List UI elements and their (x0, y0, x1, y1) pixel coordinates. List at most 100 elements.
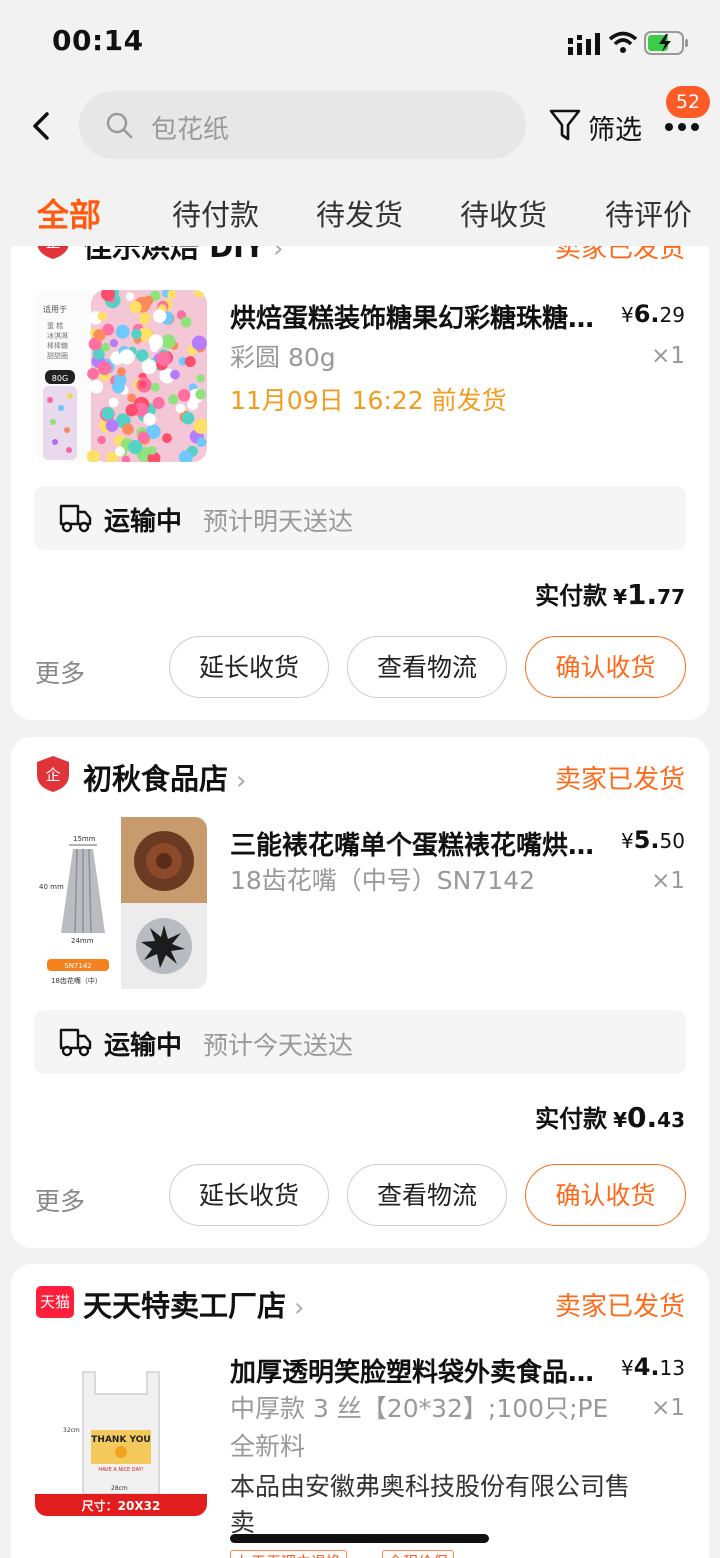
order-card[interactable]: 企 初秋食品店 › 卖家已发货 15mm 40 mm 24mm SN7142 18… (11, 737, 709, 1248)
view-logistics-button[interactable]: 查看物流 (347, 636, 507, 698)
tab-pending-receipt[interactable]: 待收货 (460, 192, 547, 234)
more-dots-icon[interactable] (664, 122, 700, 132)
view-logistics-button[interactable]: 查看物流 (347, 1164, 507, 1226)
more-actions-link[interactable]: 更多 (35, 654, 85, 690)
shop-logo-icon: 企 (37, 756, 69, 792)
seller-note: 本品由安徽弗奥科技股份有限公司售卖 (230, 1472, 631, 1537)
sprinkle-dot (168, 394, 179, 405)
tab-all[interactable]: 全部 (37, 190, 101, 236)
sprinkle-dot (114, 446, 125, 457)
tab-pending-review[interactable]: 待评价 (605, 192, 692, 234)
sprinkle-dot (131, 328, 142, 340)
sprinkle-dot (156, 351, 172, 366)
product-title[interactable]: 加厚透明笑脸塑料袋外卖食品… (230, 1352, 620, 1389)
delivery-truck-icon (59, 504, 92, 533)
product-thumbnail[interactable]: 适用于 蛋 糕 冰淇淋 棒棒糖 甜甜圈 80G (35, 290, 207, 462)
sprinkle-dot (150, 382, 160, 392)
more-actions-link[interactable]: 更多 (35, 1182, 85, 1218)
shop-name[interactable]: 天天特卖工厂店 › (83, 1283, 304, 1325)
chevron-right-icon: › (236, 766, 247, 796)
product-thumbnail[interactable]: THANK YOU HAVE A NICE DAY! 32cm 28cm 尺寸：… (35, 1344, 207, 1516)
sprinkle-dot (162, 433, 172, 443)
thumb-text-label: 24mm (71, 937, 94, 945)
sprinkle-dot (180, 316, 192, 328)
service-tags: 七天无理由退换 全程价保 (230, 1550, 630, 1558)
amount-paid: 实付款 ¥0.43 (535, 1101, 685, 1134)
confirm-receipt-button[interactable]: 确认收货 (525, 636, 686, 698)
sprinkle-dot (141, 359, 157, 375)
order-status: 卖家已发货 (554, 765, 685, 795)
order-tabs: 全部 待付款 待发货 待收货 待评价 (0, 180, 720, 246)
delivery-truck-icon (59, 1028, 92, 1057)
service-tag: 七天无理由退换 (230, 1550, 348, 1558)
cellular-signal-icon (568, 33, 600, 55)
sprinkle-dot (101, 342, 110, 352)
product-spec: 18齿花嘴（中号）SN7142 (230, 866, 536, 895)
sprinkle-dot (117, 367, 126, 377)
battery-charging-icon (644, 31, 688, 55)
tab-pending-shipment[interactable]: 待发货 (316, 192, 403, 234)
shop-name[interactable]: 佳乐烘焙 DIY › (83, 246, 283, 266)
shop-logo-icon: 企 (37, 246, 69, 259)
search-icon (106, 112, 133, 139)
sprinkle-dot (191, 335, 207, 351)
extend-receipt-button[interactable]: 延长收货 (169, 1164, 329, 1226)
logistics-state: 运输中 (104, 1031, 183, 1061)
sprinkle-dot (129, 301, 142, 314)
tab-pending-payment[interactable]: 待付款 (172, 192, 259, 234)
sprinkle-dot (178, 389, 191, 402)
ship-by-deadline: 11月09日 16:22 前发货 (230, 386, 507, 415)
sprinkle-dot (122, 423, 134, 435)
sprinkle-dot (125, 292, 135, 301)
sprinkle-dot (167, 290, 177, 299)
sprinkle-dot (108, 397, 119, 408)
product-quantity: ×1 (651, 343, 685, 369)
sprinkle-dot (143, 413, 156, 426)
amount-paid: 实付款 ¥1.77 (535, 578, 685, 611)
thumb-text-label: 28cm (111, 1485, 128, 1492)
confirm-receipt-button[interactable]: 确认收货 (525, 1164, 686, 1226)
search-input[interactable]: 包花纸 (79, 91, 526, 159)
plastic-bag-image: THANK YOU HAVE A NICE DAY! 32cm 28cm 尺寸：… (35, 1344, 207, 1516)
thumb-text-label: 冰淇淋 (47, 331, 68, 340)
svg-text:企: 企 (45, 766, 60, 784)
order-card[interactable]: 企 佳乐烘焙 DIY› 卖家已发货 适用于 蛋 糕 冰淇淋 棒棒糖 甜甜圈 80… (11, 246, 709, 720)
sprinkle-dot (128, 440, 143, 454)
product-title[interactable]: 三能裱花嘴单个蛋糕裱花嘴烘… (230, 825, 620, 862)
sprinkle-dot (97, 361, 112, 376)
extend-receipt-button[interactable]: 延长收货 (169, 636, 329, 698)
sprinkle-dot (161, 334, 176, 349)
sprinkle-dot (101, 407, 115, 420)
status-time: 00:14 (52, 24, 144, 57)
shop-name[interactable]: 初秋食品店 › (83, 756, 246, 798)
sprinkles-jar-image: 适用于 蛋 糕 冰淇淋 棒棒糖 甜甜圈 80G (35, 290, 207, 462)
order-status: 卖家已发货 (554, 246, 685, 264)
product-spec: 中厚款 3 丝【20*32】;100只;PE 全新料 (230, 1394, 609, 1461)
product-spec: 彩圆 80g (230, 343, 336, 372)
sprinkle-dot (152, 397, 165, 409)
product-price: ¥4.13 (620, 1353, 685, 1381)
order-list[interactable]: 企 佳乐烘焙 DIY› 卖家已发货 适用于 蛋 糕 冰淇淋 棒棒糖 甜甜圈 80… (0, 246, 720, 1558)
order-card[interactable]: 天猫 天天特卖工厂店 › 卖家已发货 THANK YOU HAVE A NICE … (11, 1264, 709, 1558)
logistics-bar[interactable]: 运输中 预计今天送达 (34, 1010, 686, 1074)
logistics-bar[interactable]: 运输中 预计明天送达 (34, 486, 686, 550)
sprinkle-dot (153, 309, 167, 323)
product-quantity: ×1 (651, 1395, 685, 1421)
sprinkle-dot (148, 334, 164, 349)
thumb-text-label: 15mm (73, 835, 96, 843)
product-price: ¥5.50 (620, 826, 685, 854)
svg-text:企: 企 (45, 246, 60, 251)
sprinkle-dot (147, 446, 157, 455)
back-arrow-icon[interactable] (30, 110, 54, 142)
sprinkle-dot (187, 399, 199, 411)
chevron-right-icon: › (294, 1293, 305, 1323)
sprinkle-dot (93, 329, 106, 342)
sprinkle-dot (127, 393, 136, 403)
product-title[interactable]: 烘焙蛋糕装饰糖果幻彩糖珠糖… (230, 298, 620, 335)
sprinkle-dot (196, 437, 207, 447)
order-status: 卖家已发货 (554, 1292, 685, 1322)
sprinkle-dot (97, 311, 107, 321)
message-count-badge: 52 (666, 86, 710, 118)
product-thumbnail[interactable]: 15mm 40 mm 24mm SN7142 18齿花嘴（中） (35, 817, 207, 989)
filter-label: 筛选 (588, 115, 642, 146)
